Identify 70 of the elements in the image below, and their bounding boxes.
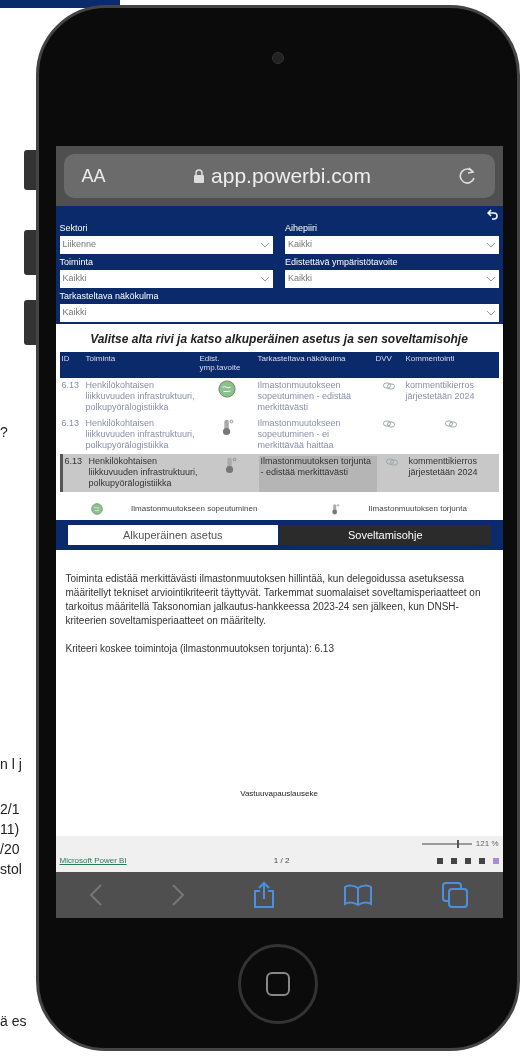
column-header[interactable]: Edist. ymp.tavoite <box>197 354 256 372</box>
page-text: ? <box>0 424 8 440</box>
camera-icon <box>272 52 284 64</box>
reload-icon[interactable] <box>458 166 477 186</box>
link-icon[interactable] <box>445 420 457 428</box>
globe-icon <box>91 503 104 515</box>
filter-label: Toiminta <box>59 256 94 269</box>
page-text: 2/1 <box>0 801 20 817</box>
tab[interactable]: Alkuperäinen asetus <box>67 525 278 545</box>
body-paragraph: Kriteeri koskee toimintoja (ilmastonmuutoksen torjunta): 6.13 <box>65 642 335 656</box>
column-header[interactable]: Toiminta <box>83 354 198 363</box>
filter-label: Aihepiiri <box>285 222 318 235</box>
table-cell-text: Henkilökohtaisen liikkuvuuden infrastruktuuri, polkupyörälogistiikka <box>87 456 199 490</box>
forward-icon[interactable] <box>170 883 185 907</box>
column-header[interactable]: ID <box>59 354 84 363</box>
text-size-button[interactable]: AA <box>81 162 106 190</box>
table-cell-text: kommenttikierros järjestetään 2024 <box>407 456 479 479</box>
disclaimer-link[interactable]: Vastuuvapauslauseke <box>240 788 318 800</box>
table-cell-text: kommenttikierros järjestetään 2024 <box>404 380 476 403</box>
legend-label: Ilmastonmuutoksen torjunta <box>368 503 467 515</box>
filter-dropdown[interactable]: Kaikki <box>59 270 273 288</box>
chevron-icon <box>485 310 496 316</box>
table-cell-text: 6.13 <box>63 456 84 468</box>
table-cell-text: 6.13 <box>60 418 81 430</box>
zoom-percent: 121 % <box>475 838 499 850</box>
filter-dropdown[interactable]: Liikenne <box>59 236 273 254</box>
tabs-icon[interactable] <box>440 881 469 909</box>
chevron-icon <box>260 276 270 282</box>
page-text: n l j <box>0 756 22 772</box>
chevron-icon <box>485 242 496 248</box>
globe-icon <box>217 380 236 398</box>
slider-thumb[interactable] <box>456 840 459 848</box>
table-cell-text: Ilmastonmuutokseen sopeutuminen - edistää merkittävästi <box>256 380 353 414</box>
page-indicator: 1 / 2 <box>273 855 290 867</box>
table-cell: Ilmastonmuutoksen torjunta - edistää merkittävästi <box>258 456 377 492</box>
legend-label: Ilmastonmuutokseen sopeutuminen <box>131 503 258 515</box>
table-cell-text: Ilmastonmuutokseen sopeutuminen - ei merkittävää haittaa <box>256 418 342 452</box>
table-title: Valitse alta rivi ja katso alkuperäinen asetus ja sen soveltamisohje <box>89 331 469 348</box>
column-header[interactable]: Tarkasteltava näkökulma <box>255 354 374 363</box>
tab[interactable]: Soveltamisohje <box>280 525 491 545</box>
home-button[interactable] <box>238 944 318 1024</box>
table-cell-text: 6.13 <box>60 380 81 392</box>
page-text: /20 <box>0 841 20 857</box>
book-icon[interactable] <box>343 883 374 907</box>
link-icon[interactable] <box>382 382 395 390</box>
chevron-icon <box>485 276 496 282</box>
lock-icon <box>193 169 206 183</box>
page-text: ä es <box>0 1013 27 1029</box>
column-header[interactable]: Kommentointi <box>403 354 499 363</box>
back-icon[interactable] <box>89 883 104 907</box>
page-text: stol <box>0 861 22 877</box>
filter-label: Tarkasteltava näkökulma <box>59 290 160 303</box>
link-icon[interactable] <box>382 420 395 428</box>
back-arrow-icon[interactable] <box>486 208 499 220</box>
filter-label: Sektori <box>59 222 89 235</box>
body-paragraph: Toiminta edistää merkittävästi ilmastonmuutoksen hillintää, kun delegoidussa asetuksessa määritellyt tekniset arviointikriteerit täyttyvät. Tarkemmat suomalaiset soveltamisperiaatteet on tarkoitus määritellä Taksonomian jalkautus-hankkeessa 2023-24 sen jälkeen, kun DNSH-kriteerien soveltamisperiaatteet on määritelty. <box>65 572 482 628</box>
filter-label: Edistettävä ympäristötavoite <box>285 256 399 269</box>
table-row[interactable]: 6.13 Henkilökohtaisen liikkuvuuden infrastruktuuri, polkupyörälogistiikka Ilmastonmuutoksen torjunta - edistää merkittävästi kommenttikierros järjestetään 2024 <box>59 454 499 492</box>
table-cell-text: Henkilökohtaisen liikkuvuuden infrastruktuuri, polkupyörälogistiikka <box>84 418 196 452</box>
page-text: 11) <box>0 821 20 837</box>
table-cell-text: Henkilökohtaisen liikkuvuuden infrastruktuuri, polkupyörälogistiikka <box>84 380 196 414</box>
column-header[interactable]: DVV <box>373 354 404 363</box>
filter-dropdown[interactable]: Kaikki <box>59 304 499 322</box>
powerbi-link[interactable]: Microsoft Power BI <box>59 855 127 867</box>
filter-dropdown[interactable]: Kaikki <box>285 236 499 254</box>
filter-dropdown[interactable]: Kaikki <box>285 270 499 288</box>
link-icon[interactable] <box>385 458 398 466</box>
chevron-icon <box>260 242 270 248</box>
url-text: app.powerbi.com <box>211 163 371 190</box>
address-bar[interactable]: AA app.powerbi.com <box>63 154 495 198</box>
